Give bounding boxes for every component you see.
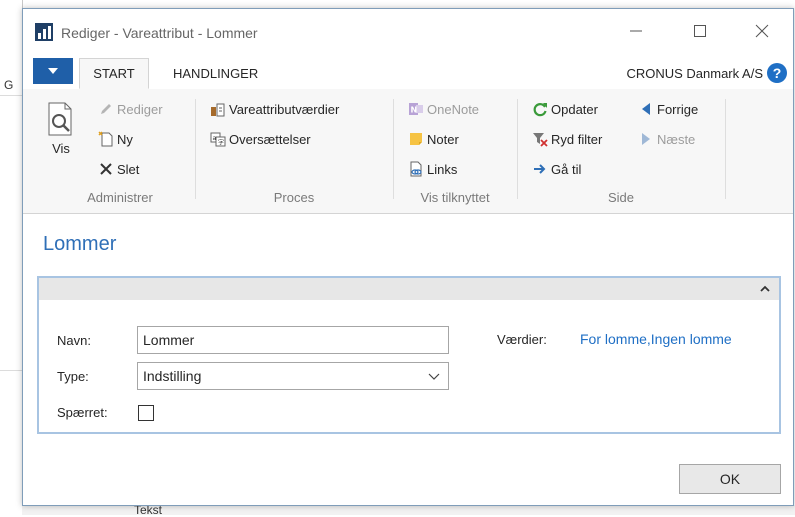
ribbon-separator: [725, 99, 726, 199]
attribute-values-icon: [209, 100, 227, 118]
noter-label: Noter: [427, 131, 459, 147]
group-vis-tilknyttet: Vis tilknyttet: [420, 190, 490, 205]
ga-til-label: Gå til: [551, 161, 582, 177]
help-icon[interactable]: ?: [767, 63, 787, 83]
tab-start[interactable]: START: [79, 58, 149, 89]
background-window-edge: G: [0, 0, 23, 515]
vaerdier-label: Værdier:: [497, 332, 547, 347]
opdater-button[interactable]: Opdater: [531, 98, 598, 120]
navn-label: Navn:: [57, 333, 91, 348]
background-strip: Tekst: [22, 503, 795, 517]
naeste-button[interactable]: Næste: [637, 128, 695, 150]
svg-text:a: a: [213, 135, 217, 142]
ryd-filter-label: Ryd filter: [551, 131, 603, 147]
forrige-label: Forrige: [657, 101, 699, 117]
clear-filter-icon: [531, 130, 549, 148]
app-icon: [35, 23, 53, 41]
vis-label: Vis: [52, 141, 70, 156]
pencil-icon: [97, 100, 115, 118]
ribbon: Vis Rediger Ny Slet Administrer Vareattr…: [23, 89, 793, 214]
translation-icon: a字: [209, 130, 227, 148]
close-icon: [755, 24, 769, 38]
oversaettelser-button[interactable]: a字 Oversættelser: [209, 128, 311, 150]
links-button[interactable]: Links: [407, 158, 457, 180]
delete-x-icon: [97, 160, 115, 178]
arrow-right-icon: [531, 160, 549, 178]
ribbon-tab-row: START HANDLINGER CRONUS Danmark A/S ?: [23, 53, 793, 90]
minimize-icon: [630, 30, 642, 32]
chevron-up-icon[interactable]: [759, 283, 771, 295]
vareattributvaerdier-button[interactable]: Vareattributværdier: [209, 98, 339, 120]
links-label: Links: [427, 161, 458, 177]
title-bar: Rediger - Vareattribut - Lommer: [23, 9, 793, 53]
svg-text:字: 字: [218, 139, 224, 147]
svg-text:N: N: [411, 106, 418, 115]
group-administrer: Administrer: [87, 190, 153, 205]
forrige-button[interactable]: Forrige: [637, 98, 698, 120]
company-name[interactable]: CRONUS Danmark A/S: [626, 66, 763, 81]
ga-til-button[interactable]: Gå til: [531, 158, 581, 180]
group-side: Side: [607, 190, 635, 205]
next-icon: [637, 130, 655, 148]
maximize-icon: [694, 25, 706, 37]
ny-label: Ny: [117, 131, 133, 147]
general-fasttab: Navn: Lommer Type: Indstilling Spærret: …: [37, 276, 781, 434]
background-text: G: [4, 78, 14, 92]
onenote-label: OneNote: [427, 101, 480, 117]
tab-handlinger[interactable]: HANDLINGER: [161, 58, 270, 88]
naeste-label: Næste: [657, 131, 696, 147]
ribbon-separator: [517, 99, 518, 199]
noter-button[interactable]: Noter: [407, 128, 459, 150]
spaerret-checkbox[interactable]: [138, 405, 154, 421]
minimize-button[interactable]: [613, 15, 659, 47]
rediger-button[interactable]: Rediger: [97, 98, 163, 120]
type-select[interactable]: Indstilling: [137, 362, 449, 390]
background-divider: [0, 95, 22, 96]
ny-button[interactable]: Ny: [97, 128, 133, 150]
caret-down-icon: [48, 68, 58, 74]
notes-icon: [407, 130, 425, 148]
vareattributvaerdier-label: Vareattributværdier: [229, 101, 340, 117]
fasttab-header[interactable]: [39, 278, 779, 300]
onenote-icon: N: [407, 100, 425, 118]
view-icon: [48, 102, 72, 136]
onenote-button[interactable]: N OneNote: [407, 98, 479, 120]
opdater-label: Opdater: [551, 101, 598, 117]
type-selected-value: Indstilling: [143, 368, 202, 384]
oversaettelser-label: Oversættelser: [229, 131, 311, 147]
navn-field[interactable]: Lommer: [137, 326, 449, 354]
edit-dialog: Rediger - Vareattribut - Lommer START HA…: [22, 8, 794, 506]
new-document-icon: [97, 130, 115, 148]
ryd-filter-button[interactable]: Ryd filter: [531, 128, 602, 150]
type-label: Type:: [57, 369, 89, 384]
maximize-button[interactable]: [677, 15, 723, 47]
spaerret-label: Spærret:: [57, 405, 108, 420]
ribbon-separator: [393, 99, 394, 199]
refresh-icon: [531, 100, 549, 118]
vis-button[interactable]: Vis: [41, 101, 81, 156]
vaerdier-link[interactable]: For lomme,Ingen lomme: [580, 331, 732, 347]
chevron-down-icon: [428, 373, 440, 380]
close-button[interactable]: [739, 15, 785, 47]
ok-button[interactable]: OK: [679, 464, 781, 494]
window-title: Rediger - Vareattribut - Lommer: [61, 25, 258, 41]
background-divider: [0, 370, 22, 371]
links-icon: [407, 160, 425, 178]
page-title: Lommer: [43, 233, 117, 255]
group-proces: Proces: [273, 190, 315, 205]
ribbon-separator: [195, 99, 196, 199]
slet-label: Slet: [117, 161, 140, 177]
app-menu-button[interactable]: [33, 58, 73, 84]
previous-icon: [637, 100, 655, 118]
rediger-label: Rediger: [117, 101, 163, 117]
slet-button[interactable]: Slet: [97, 158, 139, 180]
